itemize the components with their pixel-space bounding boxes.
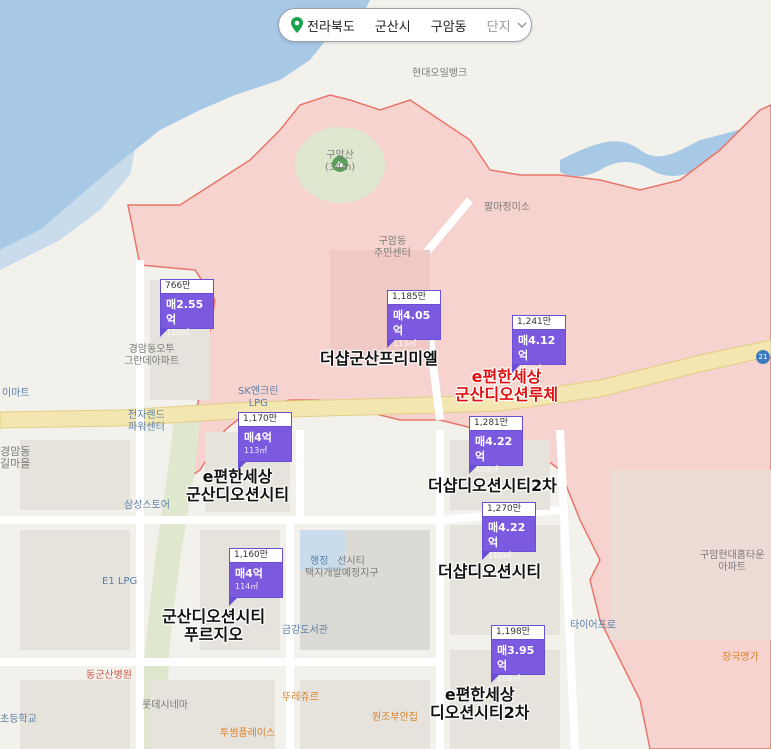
- poi-samsung-store[interactable]: 삼성스토어: [124, 500, 170, 512]
- poi-twosome[interactable]: 투썸플레이스: [220, 728, 275, 740]
- complex-name-1[interactable]: 더샵군산프리미엘: [320, 350, 438, 368]
- marker-tail: [229, 598, 237, 606]
- marker-unit-price: 1,185만: [387, 290, 441, 304]
- poi-hyundai-oilbank[interactable]: 현대오일뱅크: [412, 68, 467, 80]
- breadcrumb-province[interactable]: 전라북도: [291, 16, 355, 35]
- marker-price: 매4억: [235, 567, 263, 580]
- breadcrumb: 전라북도 군산시 구암동 단지: [278, 8, 532, 42]
- poi-library[interactable]: 금강도서관: [282, 625, 328, 637]
- breadcrumb-district[interactable]: 구암동: [431, 16, 467, 35]
- poi-elementary[interactable]: 초등학교: [0, 714, 37, 726]
- complex-dropdown-label: 단지: [486, 19, 511, 35]
- marker-price: 매4.12억: [518, 334, 556, 362]
- price-marker[interactable]: 1,170만 매4억 113㎡: [238, 412, 292, 470]
- marker-tail: [512, 365, 520, 373]
- marker-price: 매4.05억: [393, 309, 431, 337]
- poi-apt-gyeongam[interactable]: 경암동오투 그란데아파트: [124, 344, 179, 368]
- city-label: 군산시: [374, 19, 411, 35]
- marker-unit-price: 1,270만: [482, 502, 536, 516]
- marker-area: 110㎡: [488, 551, 512, 560]
- mountain-name: 구암산: [326, 150, 354, 161]
- poi-tous[interactable]: 뚜레쥬르: [282, 692, 319, 704]
- poi-dev-zone: 행정선시티 택지개발예정지구: [305, 556, 379, 580]
- poi-guam-center[interactable]: 구암동 주민센터: [374, 236, 411, 260]
- marker-area: 113㎡: [393, 339, 417, 348]
- road-badge-21: 21: [756, 350, 770, 364]
- marker-tail: [491, 675, 499, 683]
- complex-name-4[interactable]: 더샵디오션시티2차: [428, 477, 557, 495]
- poi-electronics[interactable]: 전자랜드 파워센터: [128, 410, 165, 434]
- marker-tail: [482, 552, 490, 560]
- poi-gyeongam-village[interactable]: 경암동 길마을: [0, 446, 30, 470]
- location-pin-icon: [291, 17, 303, 33]
- mountain-elevation: (34m): [324, 162, 356, 173]
- marker-price: 매4억: [244, 431, 272, 444]
- marker-unit-price: 1,160만: [229, 548, 283, 562]
- marker-area: 110㎡: [166, 328, 190, 337]
- map-canvas[interactable]: [0, 0, 771, 749]
- poi-imart[interactable]: 이마트: [2, 388, 30, 400]
- price-marker[interactable]: 1,185만 매4.05억 113㎡: [387, 290, 441, 348]
- poi-jangguk[interactable]: 장국명가: [722, 652, 759, 664]
- marker-tail: [387, 340, 395, 348]
- marker-tail: [160, 329, 168, 337]
- marker-price: 매2.55억: [166, 298, 204, 326]
- price-marker[interactable]: 1,198만 매3.95억 109㎡: [491, 625, 545, 683]
- complex-name-6[interactable]: 군산디오션시티 푸르지오: [162, 608, 265, 644]
- complex-name-7[interactable]: e편한세상 디오션시티2차: [430, 686, 529, 722]
- district-label: 구암동: [430, 19, 467, 35]
- poi-e1-lpg[interactable]: E1 LPG: [102, 576, 137, 588]
- price-marker[interactable]: 1,241만 매4.12억 110㎡: [512, 315, 566, 373]
- marker-unit-price: 766만: [160, 279, 214, 293]
- chevron-down-icon: [517, 22, 527, 29]
- province-label: 전라북도: [307, 19, 355, 35]
- marker-unit-price: 1,241만: [512, 315, 566, 329]
- complex-name-3[interactable]: e편한세상 군산디오션시티: [186, 468, 289, 504]
- marker-unit-price: 1,198만: [491, 625, 545, 639]
- marker-tail: [469, 466, 477, 474]
- marker-tail: [238, 462, 246, 470]
- poi-lotte-cinema[interactable]: 롯데시네마: [142, 700, 188, 712]
- marker-price: 매4.22억: [488, 521, 526, 549]
- price-marker[interactable]: 1,270만 매4.22억 110㎡: [482, 502, 536, 560]
- price-marker[interactable]: 1,281만 매4.22억 109㎡: [469, 416, 523, 474]
- poi-wonjo[interactable]: 원조부안집: [372, 712, 418, 724]
- price-marker[interactable]: 766만 매2.55억 110㎡: [160, 279, 214, 337]
- marker-price: 매4.22억: [475, 435, 513, 463]
- poi-tire-pro[interactable]: 타이어프로: [570, 620, 616, 632]
- complex-dropdown[interactable]: 단지: [487, 16, 527, 35]
- price-marker[interactable]: 1,160만 매4억 114㎡: [229, 548, 283, 606]
- marker-price: 매3.95억: [497, 644, 535, 672]
- poi-palma-barber[interactable]: 팔마정미소: [484, 202, 530, 214]
- poi-dev-zone-suffix: 선시티 택지개발예정지구: [305, 556, 379, 579]
- marker-area: 113㎡: [244, 446, 268, 455]
- marker-unit-price: 1,170만: [238, 412, 292, 426]
- marker-unit-price: 1,281만: [469, 416, 523, 430]
- marker-area: 109㎡: [497, 674, 521, 683]
- marker-area: 109㎡: [475, 465, 499, 474]
- complex-name-5[interactable]: 더샵디오션시티: [438, 563, 541, 581]
- marker-area: 114㎡: [235, 582, 259, 591]
- breadcrumb-city[interactable]: 군산시: [375, 16, 411, 35]
- poi-sk-lpg[interactable]: SK엔크린 LPG: [238, 386, 279, 410]
- poi-guam-hyundai[interactable]: 구암현대홈타운 아파트: [700, 550, 764, 574]
- marker-area: 110㎡: [518, 364, 542, 373]
- poi-dongkunsan-hospital[interactable]: 동군산병원: [86, 666, 132, 681]
